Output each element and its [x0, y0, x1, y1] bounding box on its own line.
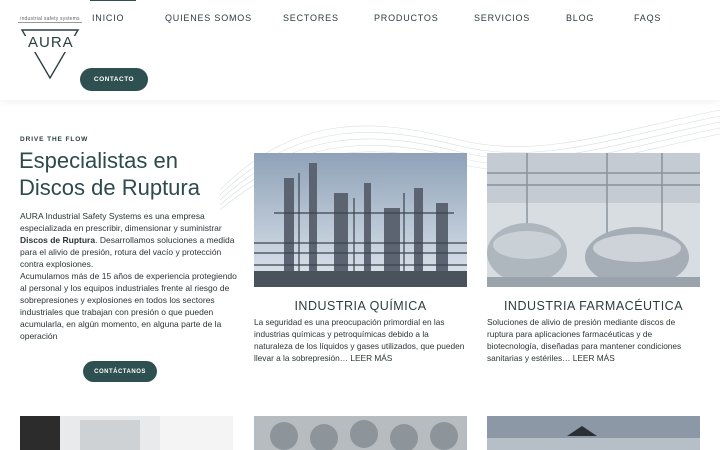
nav-item-sectores[interactable]: SECTORES — [283, 13, 339, 23]
pharma-tanks-image[interactable] — [487, 153, 700, 287]
card-title-quimica[interactable]: INDUSTRIA QUÍMICA — [254, 299, 467, 313]
page-title: Especialistas en Discos de Ruptura — [19, 148, 200, 200]
hero-description: AURA Industrial Safety Systems es una em… — [20, 210, 242, 342]
hero-text-experience: Acumulamos más de 15 años de experiencia… — [20, 271, 237, 341]
contactanos-button[interactable]: CONTÁCTANOS — [83, 361, 157, 382]
nav-item-faqs[interactable]: FAQS — [634, 13, 661, 23]
hero-text-intro: AURA Industrial Safety Systems es una em… — [20, 211, 222, 233]
nav-item-inicio[interactable]: INICIO — [89, 0, 137, 23]
sector-image-5[interactable] — [487, 416, 700, 450]
nav-item-blog[interactable]: BLOG — [566, 13, 594, 23]
hero-text-highlight: Discos de Ruptura — [20, 235, 96, 245]
sector-image-4[interactable] — [254, 416, 467, 450]
card-title-farmaceutica[interactable]: INDUSTRIA FARMACÉUTICA — [487, 299, 700, 313]
nav-item-productos[interactable]: PRODUCTOS — [374, 13, 439, 23]
hero-eyebrow: DRIVE THE FLOW — [20, 136, 89, 143]
contact-button[interactable]: CONTACTO — [80, 68, 148, 91]
card-text-farmaceutica: Soluciones de alivio de presión mediante… — [487, 317, 682, 363]
chemical-plant-image[interactable] — [254, 153, 467, 287]
nav-item-quienes-somos[interactable]: QUIENES SOMOS — [165, 13, 252, 23]
sector-image-3[interactable] — [20, 416, 233, 450]
card-industria-farmaceutica[interactable]: INDUSTRIA FARMACÉUTICA Soluciones de ali… — [487, 153, 700, 364]
site-header: industrial safety systems AURA INICIO QU… — [0, 0, 720, 100]
brand-name: AURA — [28, 34, 74, 51]
card-text-quimica: La seguridad es una preocupación primord… — [254, 317, 465, 363]
nav-item-servicios[interactable]: SERVICIOS — [474, 13, 530, 23]
brand-tagline: industrial safety systems — [18, 16, 82, 23]
card-industria-quimica[interactable]: INDUSTRIA QUÍMICA La seguridad es una pr… — [254, 153, 467, 364]
brand-logo[interactable]: industrial safety systems AURA — [18, 16, 82, 80]
